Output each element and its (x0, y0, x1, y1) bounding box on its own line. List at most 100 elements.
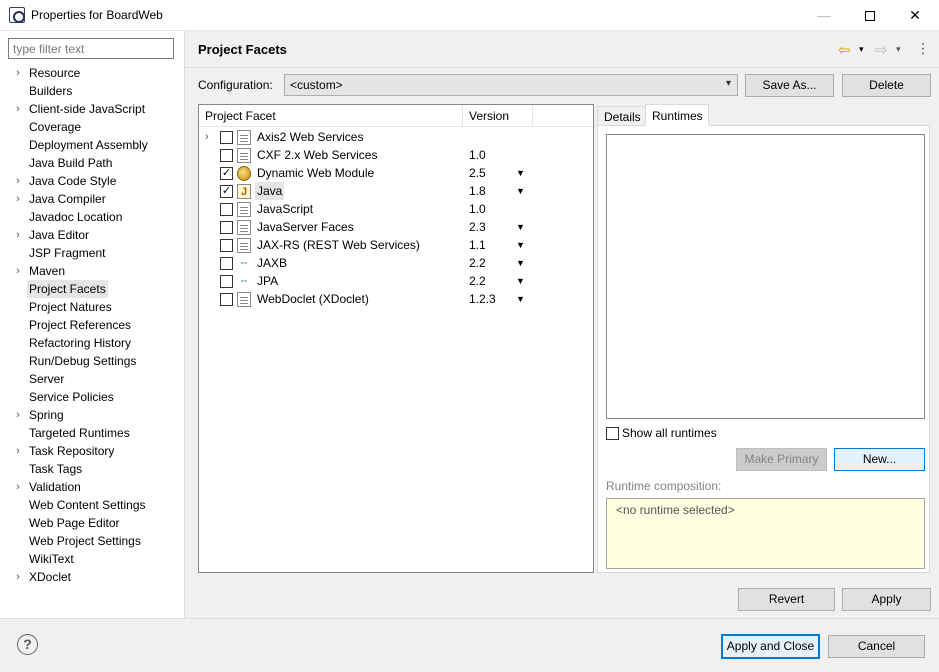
sidebar-item[interactable]: › Spring (0, 406, 184, 424)
sidebar-item[interactable]: WikiText (0, 550, 184, 568)
sidebar-item[interactable]: Java Build Path (0, 154, 184, 172)
sidebar-item[interactable]: Builders (0, 82, 184, 100)
sidebar-item[interactable]: Web Project Settings (0, 532, 184, 550)
version-dropdown-icon[interactable]: ▼ (516, 290, 525, 308)
column-divider[interactable] (462, 105, 463, 127)
facet-version[interactable]: 1.0 (469, 146, 486, 164)
sidebar-item[interactable]: Javadoc Location (0, 208, 184, 226)
chevron-right-icon[interactable]: › (13, 262, 23, 280)
sidebar-item[interactable]: › Maven (0, 262, 184, 280)
sidebar-item[interactable]: Project References (0, 316, 184, 334)
facet-checkbox[interactable] (220, 239, 233, 252)
chevron-right-icon[interactable]: › (13, 172, 23, 190)
facet-checkbox[interactable] (220, 275, 233, 288)
facet-row[interactable]: WebDoclet (XDoclet) 1.2.3 ▼ (199, 290, 593, 308)
sidebar-item[interactable]: › Resource (0, 64, 184, 82)
tab-runtimes[interactable]: Runtimes (645, 104, 709, 126)
filter-input[interactable] (8, 38, 174, 59)
chevron-right-icon[interactable]: › (13, 568, 23, 586)
sidebar-item[interactable]: Server (0, 370, 184, 388)
facet-checkbox[interactable] (220, 293, 233, 306)
facet-row[interactable]: JavaServer Faces 2.3 ▼ (199, 218, 593, 236)
facet-checkbox[interactable]: ✓ (220, 185, 233, 198)
facet-checkbox[interactable]: ✓ (220, 167, 233, 180)
back-menu-icon[interactable]: ▾ (859, 44, 864, 60)
sidebar-item[interactable]: › Client-side JavaScript (0, 100, 184, 118)
sidebar-item[interactable]: › Java Compiler (0, 190, 184, 208)
facet-row[interactable]: ⇔ JPA 2.2 ▼ (199, 272, 593, 290)
sidebar-item[interactable]: Web Page Editor (0, 514, 184, 532)
version-dropdown-icon[interactable]: ▼ (516, 218, 525, 236)
facet-version[interactable]: 2.2 (469, 272, 486, 290)
version-dropdown-icon[interactable]: ▼ (516, 182, 525, 200)
facet-checkbox[interactable] (220, 257, 233, 270)
col-header-version[interactable]: Version (469, 109, 509, 123)
new-runtime-button[interactable]: New... (834, 448, 925, 471)
make-primary-button[interactable]: Make Primary (736, 448, 827, 471)
sidebar-item[interactable]: Task Tags (0, 460, 184, 478)
facet-row[interactable]: JavaScript 1.0 (199, 200, 593, 218)
facet-version[interactable]: 1.2.3 (469, 290, 496, 308)
chevron-right-icon[interactable]: › (13, 64, 23, 82)
sidebar-item[interactable]: Coverage (0, 118, 184, 136)
version-dropdown-icon[interactable]: ▼ (516, 164, 525, 182)
facet-row[interactable]: › Axis2 Web Services (199, 128, 593, 146)
back-arrow-icon[interactable]: ⇦ (838, 41, 851, 59)
sidebar-item[interactable]: Refactoring History (0, 334, 184, 352)
chevron-right-icon[interactable]: › (205, 128, 209, 146)
revert-button[interactable]: Revert (738, 588, 835, 611)
sidebar-item[interactable]: Service Policies (0, 388, 184, 406)
sidebar-item[interactable]: Run/Debug Settings (0, 352, 184, 370)
facet-version[interactable]: 2.3 (469, 218, 486, 236)
sidebar-item[interactable]: Deployment Assembly (0, 136, 184, 154)
save-as-button[interactable]: Save As... (745, 74, 834, 97)
chevron-right-icon[interactable]: › (13, 226, 23, 244)
sidebar-item[interactable]: Web Content Settings (0, 496, 184, 514)
facet-version[interactable]: 1.8 (469, 182, 486, 200)
forward-menu-icon[interactable]: ▾ (896, 44, 901, 60)
tab-details[interactable]: Details (597, 106, 646, 126)
chevron-right-icon[interactable]: › (13, 442, 23, 460)
delete-button[interactable]: Delete (842, 74, 931, 97)
facet-version[interactable]: 2.5 (469, 164, 486, 182)
facet-row[interactable]: CXF 2.x Web Services 1.0 (199, 146, 593, 164)
cancel-button[interactable]: Cancel (828, 635, 925, 658)
version-dropdown-icon[interactable]: ▼ (516, 272, 525, 290)
close-button[interactable]: ✕ (892, 0, 938, 31)
facet-checkbox[interactable] (220, 149, 233, 162)
sidebar-item[interactable]: › XDoclet (0, 568, 184, 586)
facet-row[interactable]: ✓ Dynamic Web Module 2.5 ▼ (199, 164, 593, 182)
maximize-button[interactable] (847, 0, 893, 31)
facet-checkbox[interactable] (220, 131, 233, 144)
sidebar-item[interactable]: › Task Repository (0, 442, 184, 460)
help-icon[interactable]: ? (17, 634, 38, 655)
facet-row[interactable]: JAX-RS (REST Web Services) 1.1 ▼ (199, 236, 593, 254)
forward-arrow-icon[interactable]: ⇨ (875, 41, 888, 59)
version-dropdown-icon[interactable]: ▼ (516, 254, 525, 272)
facet-version[interactable]: 2.2 (469, 254, 486, 272)
version-dropdown-icon[interactable]: ▼ (516, 236, 525, 254)
facet-checkbox[interactable] (220, 221, 233, 234)
facet-version[interactable]: 1.1 (469, 236, 486, 254)
facet-checkbox[interactable] (220, 203, 233, 216)
view-menu-icon[interactable]: ⋮ (916, 40, 930, 56)
sidebar-item[interactable]: Project Facets (0, 280, 184, 298)
chevron-right-icon[interactable]: › (13, 190, 23, 208)
chevron-right-icon[interactable]: › (13, 478, 23, 496)
column-divider[interactable] (532, 105, 533, 127)
runtimes-list[interactable] (606, 134, 925, 419)
configuration-select[interactable]: <custom> ▾ (284, 74, 738, 96)
sidebar-item[interactable]: › Java Code Style (0, 172, 184, 190)
chevron-right-icon[interactable]: › (13, 100, 23, 118)
col-header-facet[interactable]: Project Facet (205, 109, 276, 123)
chevron-right-icon[interactable]: › (13, 406, 23, 424)
apply-and-close-button[interactable]: Apply and Close (721, 634, 820, 659)
sidebar-item[interactable]: JSP Fragment (0, 244, 184, 262)
facet-row[interactable]: ⇔ JAXB 2.2 ▼ (199, 254, 593, 272)
sidebar-item[interactable]: Targeted Runtimes (0, 424, 184, 442)
sidebar-item[interactable]: › Java Editor (0, 226, 184, 244)
facet-row[interactable]: ✓ Java 1.8 ▼ (199, 182, 593, 201)
minimize-button[interactable]: — (801, 0, 847, 31)
sidebar-item[interactable]: › Validation (0, 478, 184, 496)
apply-button[interactable]: Apply (842, 588, 931, 611)
